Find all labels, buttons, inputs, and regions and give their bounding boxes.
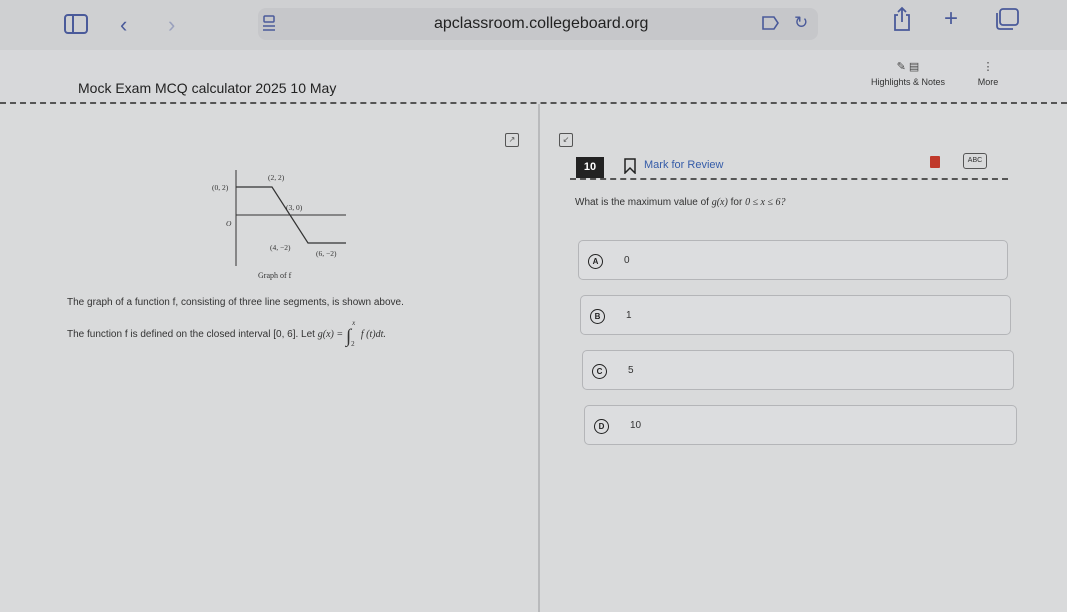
answer-choice-a[interactable]: A 0 xyxy=(578,240,1008,280)
integrand: f (t)dt. xyxy=(360,329,386,340)
highlight-pen-icon: ✎ ▤ xyxy=(896,61,920,73)
back-icon[interactable]: ‹ xyxy=(120,14,127,36)
point-label-4-neg2: (4, −2) xyxy=(270,243,291,252)
graph-of-f: (0, 2) (2, 2) (3, 0) (4, −2) (6, −2) O xyxy=(212,170,346,266)
answer-choice-c[interactable]: C 5 xyxy=(582,350,1014,390)
tabs-icon[interactable] xyxy=(995,8,1019,33)
bookmark-icon[interactable] xyxy=(624,158,636,179)
more-label: More xyxy=(977,77,999,87)
g-definition: g(x) = xyxy=(317,329,344,340)
reload-icon[interactable]: ↻ xyxy=(794,14,808,31)
prompt-function: g(x) xyxy=(711,197,728,208)
new-tab-icon[interactable]: + xyxy=(944,7,958,31)
stem-text-2-lead: The function f is defined on the closed … xyxy=(67,329,271,340)
exam-header: Mock Exam MCQ calculator 2025 10 May ✎ ▤… xyxy=(0,50,1067,103)
more-button[interactable]: ⋮ More xyxy=(970,60,1006,87)
choice-letter-a: A xyxy=(588,254,603,269)
question-number: 10 xyxy=(576,157,604,178)
point-label-2-2: (2, 2) xyxy=(268,173,285,182)
point-label-6-neg2: (6, −2) xyxy=(316,249,337,258)
prompt-condition: 0 ≤ x ≤ 6? xyxy=(745,197,786,208)
stem-text-2: The function f is defined on the closed … xyxy=(67,319,386,348)
integral-limits: x2 xyxy=(351,319,358,348)
stimulus-pane: ↗ (0, 2) (2, 2) (3, 0) (4, −2) (6, −2) O… xyxy=(0,104,538,612)
upper-limit: x xyxy=(352,319,356,327)
share-icon[interactable] xyxy=(892,6,912,35)
prompt-prefix: What is the maximum value of xyxy=(575,197,709,208)
expand-left-icon[interactable]: ↗ xyxy=(505,133,519,147)
choice-value-a: 0 xyxy=(624,255,630,266)
choice-letter-b: B xyxy=(590,309,605,324)
choice-letter-c: C xyxy=(592,364,607,379)
choice-value-b: 1 xyxy=(626,310,632,321)
sidebar-icon[interactable] xyxy=(64,14,88,37)
abc-option-eliminator-icon[interactable]: ABC xyxy=(963,153,987,169)
calculator-icon[interactable] xyxy=(930,156,940,168)
question-prompt: What is the maximum value of g(x) for 0 … xyxy=(575,197,785,208)
exam-title: Mock Exam MCQ calculator 2025 10 May xyxy=(78,80,337,96)
highlights-notes-button[interactable]: ✎ ▤ Highlights & Notes xyxy=(858,60,958,87)
browser-toolbar: ‹ › apclassroom.collegeboard.org ↻ + xyxy=(0,0,1067,50)
mark-for-review-button[interactable]: Mark for Review xyxy=(644,159,723,171)
reader-icon[interactable] xyxy=(262,15,276,36)
translate-icon[interactable] xyxy=(762,15,780,34)
forward-icon[interactable]: › xyxy=(168,14,175,36)
question-divider xyxy=(570,178,1008,180)
question-pane: ↙ 10 Mark for Review ABC What is the max… xyxy=(540,104,1067,612)
expand-right-icon[interactable]: ↙ xyxy=(559,133,573,147)
answer-choice-b[interactable]: B 1 xyxy=(580,295,1011,335)
graph-caption: Graph of f xyxy=(258,271,292,280)
origin-label: O xyxy=(226,219,232,228)
point-label-0-2: (0, 2) xyxy=(212,183,229,192)
stem-text-1: The graph of a function f, consisting of… xyxy=(67,297,404,308)
let-text: . Let xyxy=(295,329,315,340)
prompt-for: for xyxy=(730,197,743,208)
answer-choice-d[interactable]: D 10 xyxy=(584,405,1017,445)
choice-value-c: 5 xyxy=(628,365,634,376)
lower-limit: 2 xyxy=(351,340,355,348)
choice-value-d: 10 xyxy=(630,420,642,431)
choice-letter-d: D xyxy=(594,419,609,434)
point-label-3-0: (3, 0) xyxy=(286,203,303,212)
url-text: apclassroom.collegeboard.org xyxy=(434,15,649,32)
highlights-notes-label: Highlights & Notes xyxy=(870,77,946,87)
interval: [0, 6] xyxy=(273,329,296,340)
more-dots-icon: ⋮ xyxy=(982,61,994,73)
address-bar[interactable]: apclassroom.collegeboard.org ↻ xyxy=(258,8,818,40)
